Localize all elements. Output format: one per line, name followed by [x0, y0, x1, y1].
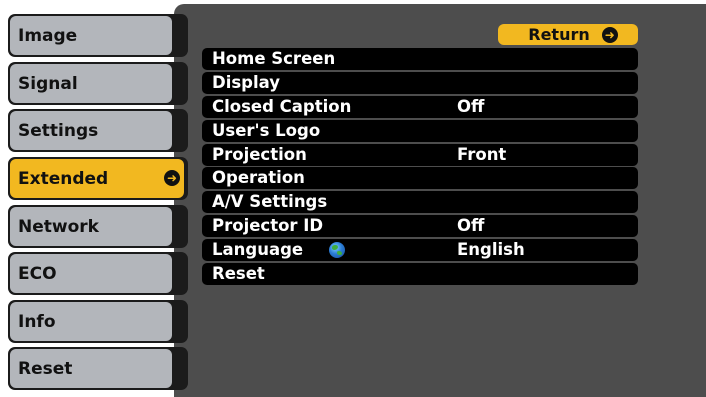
sidebar-item-reset[interactable]: Reset: [8, 347, 188, 390]
menu-item-av-settings[interactable]: A/V Settings: [202, 191, 638, 214]
sidebar-item-settings[interactable]: Settings: [8, 109, 188, 152]
menu-item-label: Home Screen: [212, 49, 336, 68]
sidebar-item-eco[interactable]: ECO: [8, 252, 188, 295]
sidebar-item-signal[interactable]: Signal: [8, 62, 188, 105]
sidebar-item-label: Extended: [10, 159, 184, 198]
menu-item-value: English: [457, 240, 525, 260]
menu-item-value: Front: [457, 144, 507, 164]
menu-item-projector-id[interactable]: Projector ID Off: [202, 215, 638, 238]
projector-menu-screen: Image Signal Settings Extended ➜ Network…: [0, 0, 706, 397]
sidebar-item-label: Network: [10, 207, 172, 246]
menu-item-label: Projector ID: [212, 216, 324, 236]
sidebar-item-network[interactable]: Network: [8, 205, 188, 248]
menu-item-projection[interactable]: Projection Front: [202, 143, 638, 166]
menu-item-label: Display: [212, 72, 281, 92]
enter-icon: ➜: [601, 26, 618, 43]
return-button-label: Return: [528, 25, 590, 44]
extended-submenu-list: Home Screen Display Closed Caption Off U…: [202, 48, 638, 287]
menu-item-home-screen[interactable]: Home Screen: [202, 48, 638, 70]
menu-item-display[interactable]: Display: [202, 71, 638, 94]
menu-item-reset[interactable]: Reset: [202, 263, 638, 286]
menu-item-operation[interactable]: Operation: [202, 167, 638, 190]
sidebar-item-info[interactable]: Info: [8, 300, 188, 343]
menu-item-language[interactable]: Language English: [202, 239, 638, 262]
return-button[interactable]: Return ➜: [498, 24, 638, 45]
sidebar-item-label: Settings: [10, 111, 172, 150]
menu-item-closed-caption[interactable]: Closed Caption Off: [202, 95, 638, 118]
globe-icon: [329, 242, 345, 259]
sidebar-item-label: Image: [10, 16, 172, 55]
menu-item-value: Off: [457, 96, 485, 116]
menu-item-label: Projection: [212, 144, 307, 164]
menu-item-label: Reset: [212, 264, 265, 284]
sidebar-item-extended[interactable]: Extended ➜: [8, 157, 188, 200]
sidebar-item-image[interactable]: Image: [8, 14, 188, 57]
sidebar-item-label: Info: [10, 302, 172, 341]
menu-item-label: A/V Settings: [212, 192, 328, 212]
sidebar-item-label: Reset: [10, 349, 172, 388]
menu-item-users-logo[interactable]: User's Logo: [202, 119, 638, 142]
sidebar-item-label: Signal: [10, 64, 172, 103]
menu-item-label: Operation: [212, 168, 305, 188]
main-menu-sidebar: Image Signal Settings Extended ➜ Network…: [0, 0, 190, 397]
menu-item-label: Closed Caption: [212, 96, 352, 116]
sidebar-item-label: ECO: [10, 254, 172, 293]
menu-item-value: Off: [457, 216, 485, 236]
menu-item-label: User's Logo: [212, 120, 321, 140]
enter-icon: ➜: [164, 170, 180, 186]
menu-item-label: Language: [212, 240, 304, 260]
